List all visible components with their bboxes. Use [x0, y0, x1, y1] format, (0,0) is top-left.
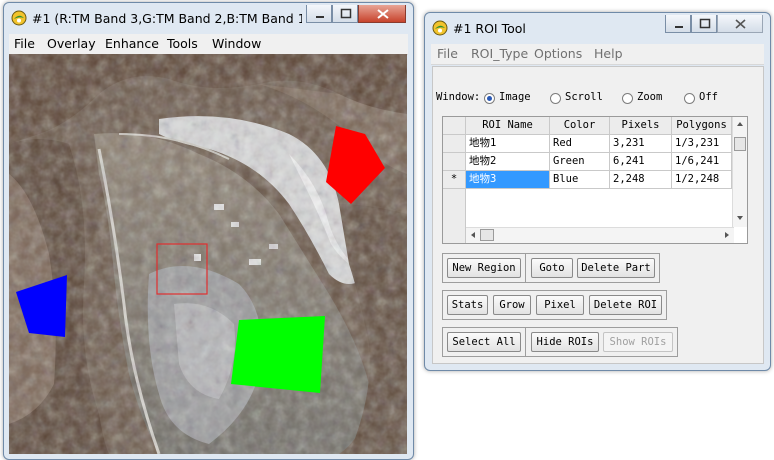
- new-region-button[interactable]: New Region: [447, 258, 521, 278]
- roi-pixels-cell: 3,231: [610, 135, 672, 153]
- row-header[interactable]: [443, 153, 466, 171]
- satellite-image: [9, 54, 407, 454]
- vertical-scroll-thumb[interactable]: [734, 137, 746, 151]
- select-all-button[interactable]: Select All: [447, 332, 521, 352]
- menu-options[interactable]: Options: [534, 46, 582, 61]
- maximize-icon: [340, 8, 352, 19]
- column-header-color[interactable]: Color: [550, 117, 610, 135]
- hide-rois-button[interactable]: Hide ROIs: [531, 332, 599, 352]
- roi-color-cell[interactable]: Green: [550, 153, 610, 171]
- roi-pixels-cell: 6,241: [610, 153, 672, 171]
- radio-image-label: Image: [499, 91, 531, 103]
- horizontal-scroll-thumb[interactable]: [480, 229, 494, 241]
- menu-enhance[interactable]: Enhance: [105, 36, 159, 51]
- delete-part-button[interactable]: Delete Part: [577, 258, 655, 278]
- menu-file[interactable]: File: [437, 46, 458, 61]
- envi-app-icon: [11, 10, 27, 26]
- stats-button[interactable]: Stats: [447, 295, 488, 315]
- menu-roi-type[interactable]: ROI_Type: [471, 46, 528, 61]
- maximize-icon: [699, 18, 711, 29]
- envi-app-icon: [432, 20, 448, 36]
- roi-pixels-cell: 2,248: [610, 171, 672, 189]
- roi-menubar: File ROI_Type Options Help: [431, 44, 764, 65]
- roi-polygons-cell: 1/6,241: [672, 153, 732, 171]
- goto-button[interactable]: Goto: [531, 258, 573, 278]
- pixel-button[interactable]: Pixel: [536, 295, 584, 315]
- roi-tool-titlebar[interactable]: #1 ROI Tool: [425, 13, 770, 43]
- maximize-button[interactable]: [332, 5, 358, 23]
- close-icon: [377, 9, 389, 19]
- menu-file[interactable]: File: [14, 36, 35, 51]
- roi-tool-window[interactable]: #1 ROI Tool File ROI_Type Options Help W…: [424, 12, 771, 371]
- image-window[interactable]: #1 (R:TM Band 3,G:TM Band 2,B:TM Band 1)…: [3, 2, 414, 460]
- show-rois-button[interactable]: Show ROIs: [603, 332, 673, 352]
- menu-window[interactable]: Window: [212, 36, 261, 51]
- roi-tool-title: #1 ROI Tool: [453, 21, 526, 36]
- row-header-empty: [443, 189, 466, 243]
- close-button[interactable]: [358, 5, 406, 23]
- horizontal-scrollbar[interactable]: [466, 227, 734, 243]
- menu-help[interactable]: Help: [594, 46, 623, 61]
- satellite-image-canvas[interactable]: [9, 54, 407, 454]
- delete-roi-button[interactable]: Delete ROI: [589, 295, 662, 315]
- region-button-group: New Region Goto Delete Part: [442, 253, 660, 283]
- scroll-left-icon[interactable]: [468, 228, 478, 242]
- radio-scroll-label: Scroll: [565, 91, 603, 103]
- radio-zoom[interactable]: [622, 93, 633, 104]
- vertical-scrollbar[interactable]: [732, 117, 747, 227]
- scroll-right-icon[interactable]: [722, 228, 732, 242]
- image-window-titlebar[interactable]: #1 (R:TM Band 3,G:TM Band 2,B:TM Band 1)…: [4, 3, 413, 33]
- radio-off[interactable]: [684, 93, 695, 104]
- roi-color-cell[interactable]: Red: [550, 135, 610, 153]
- roi-action-button-group: Stats Grow Pixel Delete ROI: [442, 290, 667, 320]
- roi-table[interactable]: ROI Name Color Pixels Polygons P 地物1 Red…: [442, 116, 748, 244]
- minimize-button[interactable]: [665, 15, 691, 33]
- roi-tool-panel: Window: Image Scroll Zoom Off ROI Name C…: [432, 66, 764, 364]
- radio-image[interactable]: [484, 93, 495, 104]
- close-button[interactable]: [717, 15, 763, 33]
- column-header-polygons[interactable]: Polygons: [672, 117, 732, 135]
- minimize-icon: [675, 26, 683, 28]
- roi-name-cell[interactable]: 地物2: [466, 153, 550, 171]
- roi-name-cell-selected[interactable]: 地物3: [466, 171, 550, 189]
- row-header[interactable]: [443, 135, 466, 153]
- menu-overlay[interactable]: Overlay: [47, 36, 96, 51]
- maximize-button[interactable]: [691, 15, 717, 33]
- roi-polygon-green: [231, 316, 325, 393]
- roi-color-cell[interactable]: Blue: [550, 171, 610, 189]
- radio-zoom-label: Zoom: [637, 91, 663, 103]
- image-window-title: #1 (R:TM Band 3,G:TM Band 2,B:TM Band 1)…: [32, 11, 302, 26]
- group-separator: [525, 327, 526, 357]
- window-label: Window:: [436, 91, 481, 103]
- radio-off-label: Off: [699, 91, 718, 103]
- roi-polygons-cell: 1/3,231: [672, 135, 732, 153]
- row-header-current[interactable]: *: [443, 171, 466, 189]
- menu-tools[interactable]: Tools: [167, 36, 198, 51]
- minimize-button[interactable]: [306, 5, 332, 23]
- group-separator: [525, 253, 526, 283]
- grow-button[interactable]: Grow: [493, 295, 531, 315]
- close-icon: [735, 19, 746, 29]
- scroll-down-icon[interactable]: [733, 213, 747, 223]
- roi-polygons-cell: 1/2,248: [672, 171, 732, 189]
- table-corner: [443, 117, 466, 135]
- radio-scroll[interactable]: [550, 93, 561, 104]
- column-header-pixels[interactable]: Pixels: [610, 117, 672, 135]
- scroll-up-icon[interactable]: [733, 119, 747, 129]
- visibility-button-group: Select All Hide ROIs Show ROIs: [442, 327, 678, 357]
- roi-name-cell[interactable]: 地物1: [466, 135, 550, 153]
- minimize-icon: [316, 16, 324, 18]
- column-header-roi-name[interactable]: ROI Name: [466, 117, 550, 135]
- image-menubar: File Overlay Enhance Tools Window: [9, 34, 408, 55]
